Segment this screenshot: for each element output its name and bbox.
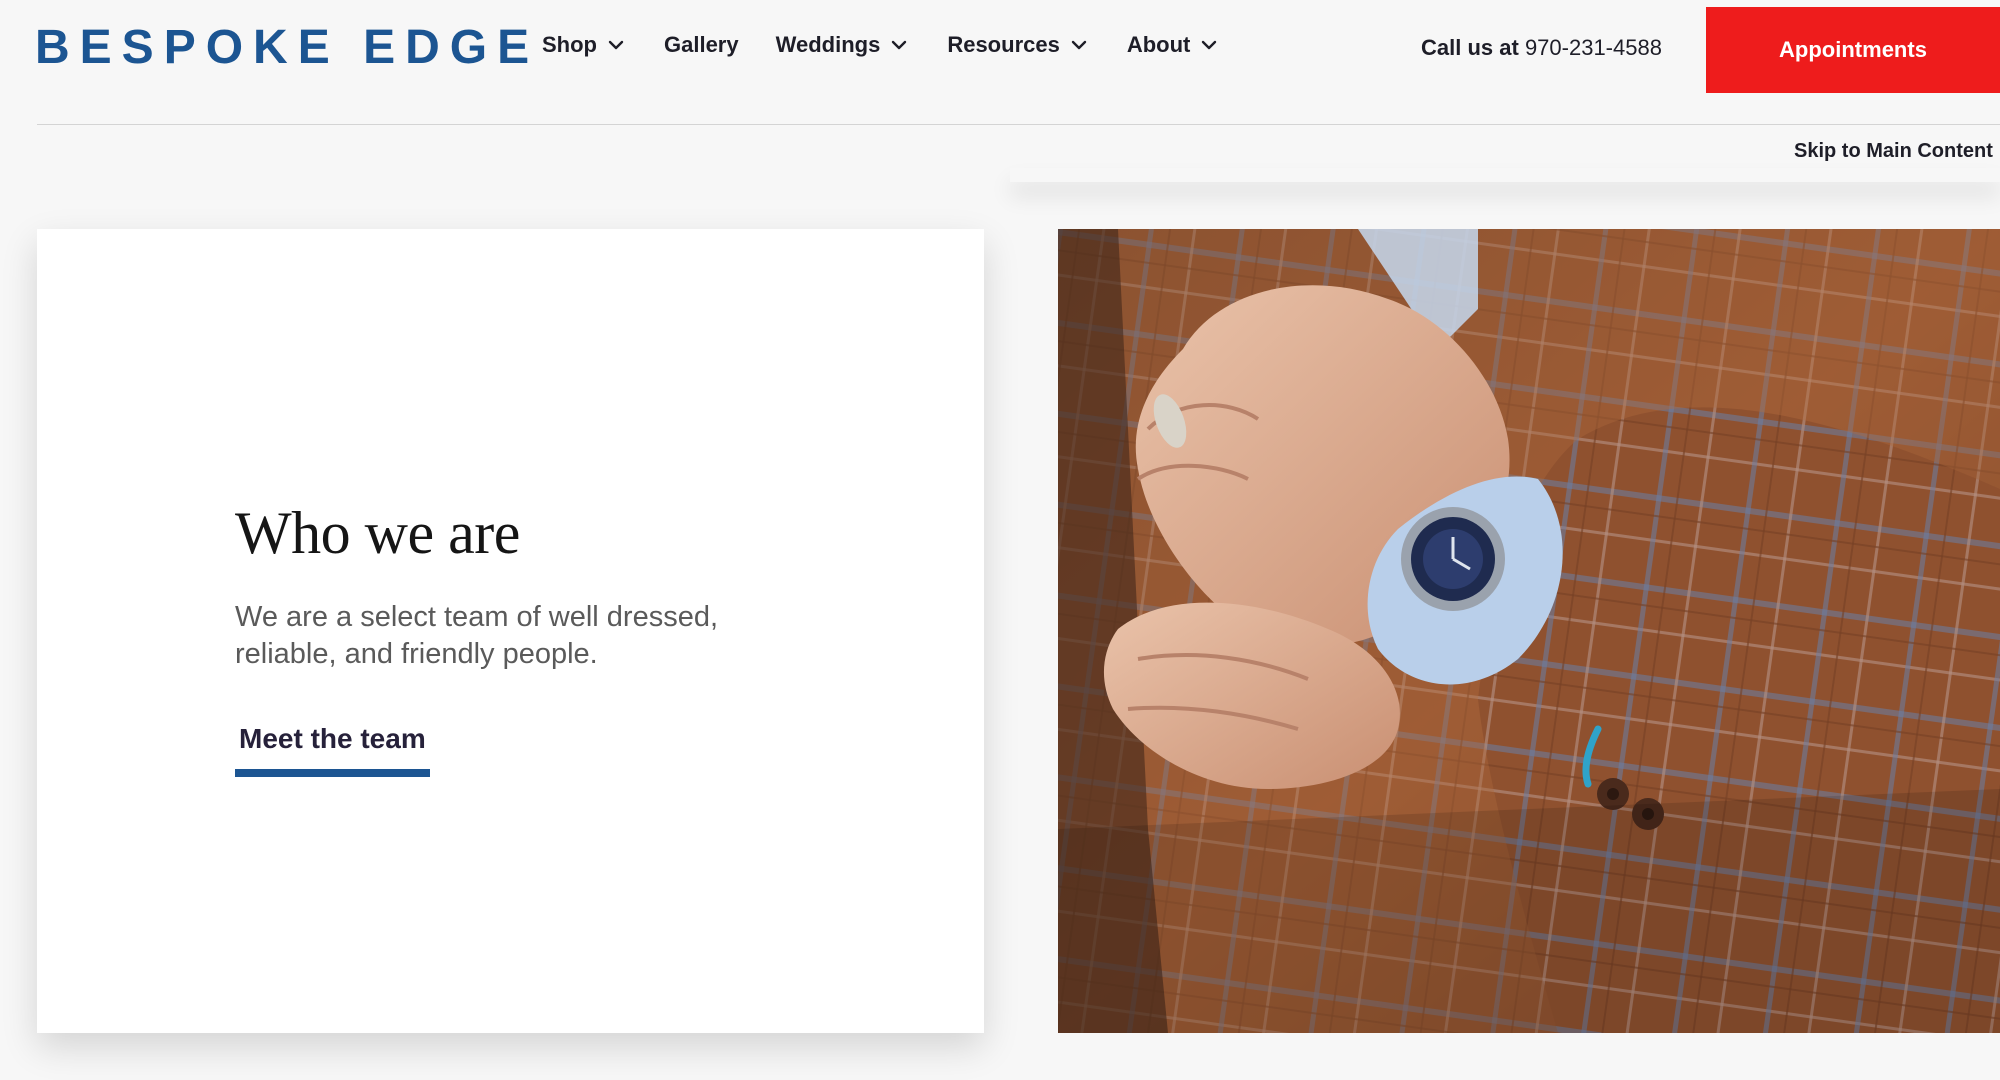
section-title: Who we are bbox=[235, 500, 520, 566]
nav-item-weddings[interactable]: Weddings bbox=[776, 30, 911, 60]
suit-cuff-photo bbox=[1058, 229, 2000, 1033]
chevron-down-icon bbox=[892, 40, 907, 50]
call-info: Call us at 970-231-4588 bbox=[1421, 33, 1662, 63]
suit-cuff-image bbox=[1058, 229, 2000, 1033]
nav-item-gallery[interactable]: Gallery bbox=[664, 30, 739, 60]
main-nav: Shop Gallery Weddings Resources About bbox=[542, 30, 1257, 60]
nav-item-label: Resources bbox=[947, 32, 1060, 57]
nav-item-label: About bbox=[1126, 32, 1191, 57]
who-we-are-card: Who we are We are a select team of well … bbox=[37, 229, 984, 1033]
nav-item-resources[interactable]: Resources bbox=[947, 30, 1090, 60]
section-description: We are a select team of well dressed, re… bbox=[235, 601, 719, 670]
site-header: BESPOKE EDGE Shop Gallery Weddings Resou… bbox=[0, 0, 2000, 125]
nav-item-label: Shop bbox=[542, 32, 597, 57]
brand-logo[interactable]: BESPOKE EDGE bbox=[35, 22, 539, 74]
meet-the-team-link[interactable]: Meet the team bbox=[235, 717, 430, 777]
header-divider bbox=[37, 124, 2000, 125]
appointments-button[interactable]: Appointments bbox=[1706, 7, 2000, 93]
nav-item-label: Weddings bbox=[775, 32, 881, 57]
nav-item-label: Gallery bbox=[664, 32, 739, 57]
section-shadow bbox=[1010, 168, 2000, 182]
nav-item-about[interactable]: About bbox=[1127, 30, 1221, 60]
skip-to-main-link[interactable]: Skip to Main Content bbox=[1794, 140, 1993, 163]
nav-item-shop[interactable]: Shop bbox=[542, 30, 627, 60]
chevron-down-icon bbox=[1202, 40, 1217, 50]
call-label: Call us at bbox=[1421, 35, 1519, 60]
chevron-down-icon bbox=[1071, 40, 1087, 50]
chevron-down-icon bbox=[608, 40, 624, 50]
phone-link[interactable]: 970-231-4588 bbox=[1525, 35, 1662, 60]
